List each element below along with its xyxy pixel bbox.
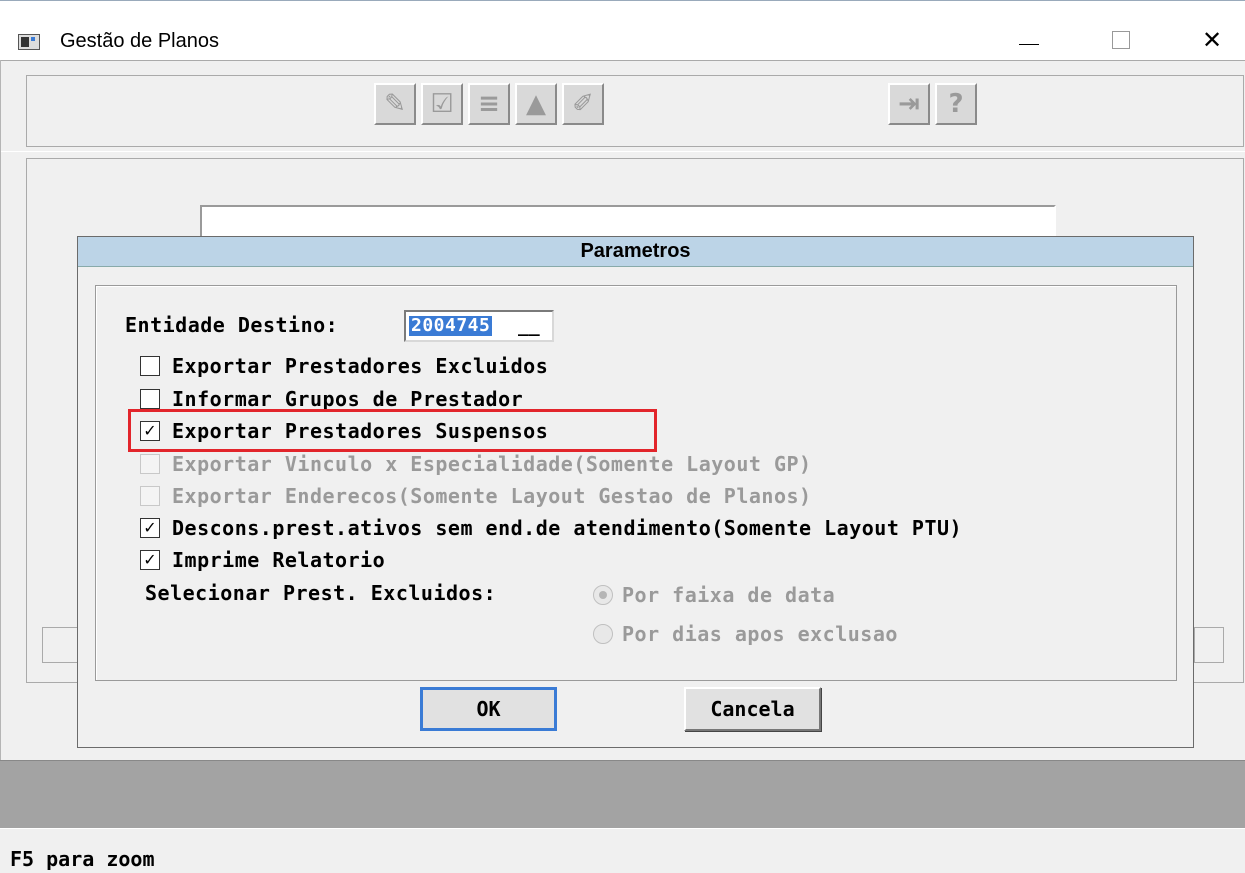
exportar-enderecos-label: Exportar Enderecos(Somente Layout Gestao… (172, 484, 812, 508)
por-faixa-radio[interactable] (593, 585, 613, 605)
pencil-icon[interactable]: ✎ (374, 83, 416, 125)
exportar-vinculo-label: Exportar Vinculo x Especialidade(Somente… (172, 452, 812, 476)
help-icon[interactable]: ? (935, 83, 977, 125)
por-dias-label: Por dias apos exclusao (622, 622, 898, 646)
upload-icon[interactable]: ▲ (515, 83, 557, 125)
exportar-enderecos-checkbox[interactable] (140, 486, 160, 506)
toolbar (26, 75, 1244, 147)
highlight-annotation (128, 409, 657, 452)
close-button[interactable]: ✕ (1183, 19, 1241, 61)
ok-button[interactable]: OK (420, 687, 557, 731)
checklist-icon[interactable]: ☑ (421, 83, 463, 125)
status-bar: F5 para zoom (0, 828, 1245, 873)
imprime-relatorio-checkbox[interactable]: ✓ (140, 550, 160, 570)
maximize-button[interactable] (1092, 19, 1150, 61)
status-text: F5 para zoom (10, 847, 155, 871)
exportar-excluidos-label: Exportar Prestadores Excluidos (172, 354, 549, 378)
por-dias-radio[interactable] (593, 624, 613, 644)
side-panel-right (1194, 627, 1224, 663)
edit-icon[interactable]: ✐ (562, 83, 604, 125)
cancel-button[interactable]: Cancela (684, 687, 821, 731)
checkmark-icon: ✓ (143, 518, 157, 537)
descons-prest-ativos-label: Descons.prest.ativos sem end.de atendime… (172, 516, 963, 540)
dialog-title: Parametros (78, 237, 1193, 267)
imprime-relatorio-label: Imprime Relatorio (172, 548, 386, 572)
title-bar: Gestão de Planos ✕ (0, 0, 1245, 60)
exportar-vinculo-checkbox[interactable] (140, 454, 160, 474)
gray-band (0, 760, 1245, 828)
entidade-destino-fill: __ (518, 316, 540, 337)
list-icon[interactable]: ≡ (468, 83, 510, 125)
exportar-excluidos-checkbox[interactable] (140, 356, 160, 376)
exit-icon[interactable]: ⇥ (888, 83, 930, 125)
checkmark-icon: ✓ (143, 550, 157, 569)
window-title: Gestão de Planos (60, 30, 219, 52)
entidade-destino-input[interactable]: 2004745 __ (404, 310, 554, 342)
informar-grupos-checkbox[interactable] (140, 389, 160, 409)
minimize-button[interactable] (1000, 19, 1058, 61)
informar-grupos-label: Informar Grupos de Prestador (172, 387, 524, 411)
por-faixa-label: Por faixa de data (622, 583, 836, 607)
selecionar-excluidos-label: Selecionar Prest. Excluidos: (145, 581, 497, 605)
descons-prest-ativos-checkbox[interactable]: ✓ (140, 518, 160, 538)
entidade-destino-value: 2004745 (409, 315, 493, 336)
entidade-destino-label: Entidade Destino: (125, 313, 339, 337)
toolbar-panel: ✎ ☑ ≡ ▲ ✐ ⇥ ? (1, 60, 1245, 152)
app-icon (18, 34, 40, 50)
